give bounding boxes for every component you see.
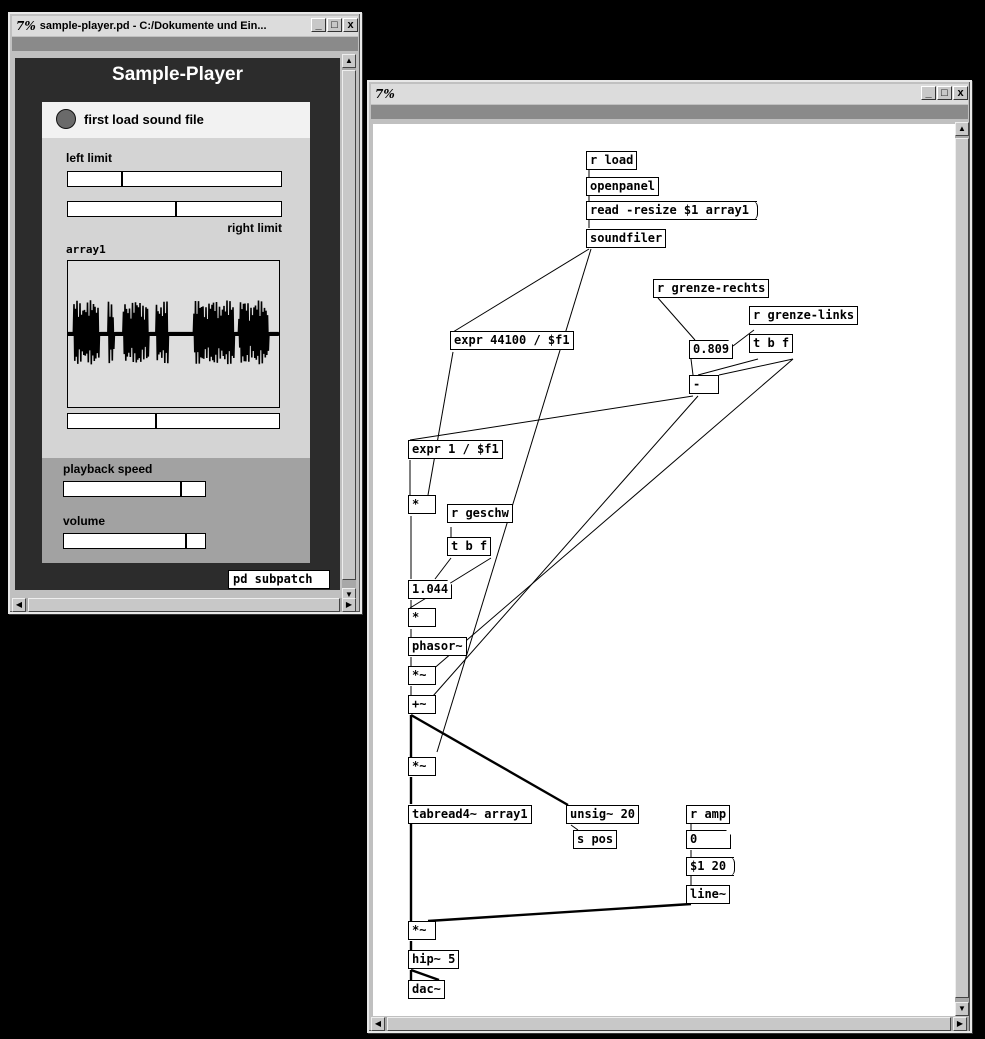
slider-knob[interactable] [154, 414, 157, 428]
multiply-signal-object-2[interactable]: *~ [408, 757, 436, 776]
close-button[interactable]: x [953, 86, 968, 100]
openpanel-object[interactable]: openpanel [586, 177, 660, 196]
scroll-right-icon[interactable]: ▶ [342, 598, 356, 612]
scroll-right-icon[interactable]: ▶ [953, 1017, 967, 1031]
phasor-object[interactable]: phasor~ [408, 637, 467, 656]
maximize-button[interactable]: □ [937, 86, 952, 100]
number-box-limit[interactable]: 0.809 [689, 340, 733, 359]
horizontal-scrollbar[interactable]: ◀ ▶ [12, 598, 356, 612]
hip-object[interactable]: hip~ 5 [408, 950, 460, 969]
title-bar[interactable]: 7% [371, 84, 968, 104]
scroll-thumb[interactable] [955, 138, 969, 998]
patch-canvas[interactable]: r load openpanel read -resize $1 array1 … [373, 124, 955, 1016]
expr-1-object[interactable]: expr 1 / $f1 [408, 440, 503, 459]
scroll-left-icon[interactable]: ◀ [12, 598, 26, 612]
vertical-scrollbar[interactable]: ▲ ▼ [342, 54, 356, 602]
horizontal-scrollbar[interactable]: ◀ ▶ [371, 1017, 969, 1031]
number-box-amp[interactable]: 0 [686, 830, 731, 849]
load-panel: first load sound file [42, 102, 310, 138]
scroll-up-icon[interactable]: ▲ [955, 122, 969, 136]
unsig-object[interactable]: unsig~ 20 [566, 805, 640, 824]
scroll-left-icon[interactable]: ◀ [371, 1017, 385, 1031]
read-message[interactable]: read -resize $1 array1 [586, 201, 758, 220]
close-button[interactable]: x [343, 18, 358, 32]
speed-volume-panel: playback speed volume [42, 458, 310, 563]
s-pos-object[interactable]: s pos [573, 830, 618, 849]
pd-app-icon: 7% [375, 87, 395, 101]
minus-object[interactable]: - [689, 375, 719, 394]
window-title: sample-player.pd - C:/Dokumente und Ein.… [39, 20, 267, 32]
menu-bar[interactable] [12, 37, 358, 51]
number-box-speed[interactable]: 1.044 [408, 580, 452, 599]
t-b-f-object-2[interactable]: t b f [447, 537, 492, 556]
ramp-message[interactable]: $1 20 [686, 857, 736, 876]
multiply-object-2[interactable]: * [408, 608, 436, 627]
slider-knob[interactable] [179, 482, 182, 496]
multiply-signal-object-1[interactable]: *~ [408, 666, 436, 685]
playback-speed-label: playback speed [63, 462, 153, 476]
tabread4-object[interactable]: tabread4~ array1 [408, 805, 532, 824]
limits-panel: left limit right limit array1 [42, 138, 310, 458]
slider-knob[interactable] [121, 172, 124, 186]
array-waveform-display[interactable] [67, 260, 280, 408]
scroll-thumb-horizontal[interactable] [387, 1017, 951, 1031]
soundfiler-object[interactable]: soundfiler [586, 229, 667, 248]
pd-subpatch-object[interactable]: pd subpatch [228, 570, 330, 589]
waveform-graphic [67, 300, 280, 365]
pd-app-icon: 7% [16, 19, 36, 33]
t-b-f-object-1[interactable]: t b f [749, 334, 794, 353]
r-grenze-rechts-object[interactable]: r grenze-rechts [653, 279, 770, 298]
left-limit-label: left limit [66, 151, 113, 165]
multiply-object-1[interactable]: * [408, 495, 436, 514]
array-name-label: array1 [66, 243, 106, 256]
load-bang-button[interactable] [56, 109, 76, 129]
sample-player-gui: Sample-Player first load sound file left… [15, 58, 340, 590]
multiply-signal-object-3[interactable]: *~ [408, 921, 436, 940]
dac-object[interactable]: dac~ [408, 980, 445, 999]
r-grenze-links-object[interactable]: r grenze-links [749, 306, 859, 325]
title-bar[interactable]: 7% sample-player.pd - C:/Dokumente und E… [12, 16, 358, 36]
load-label: first load sound file [84, 112, 204, 127]
right-limit-label: right limit [227, 221, 282, 235]
playback-speed-slider[interactable] [63, 481, 206, 497]
minimize-button[interactable]: _ [921, 86, 936, 100]
vertical-scrollbar[interactable]: ▲ ▼ [955, 122, 969, 1016]
gui-heading: Sample-Player [112, 64, 243, 85]
scroll-up-icon[interactable]: ▲ [342, 54, 356, 68]
line-signal-object[interactable]: line~ [686, 885, 731, 904]
scroll-thumb-horizontal[interactable] [28, 598, 340, 612]
slider-knob[interactable] [185, 534, 188, 548]
expr-44100-object[interactable]: expr 44100 / $f1 [450, 331, 574, 350]
maximize-button[interactable]: □ [327, 18, 342, 32]
patch-cords [409, 170, 794, 982]
volume-slider[interactable] [63, 533, 206, 549]
add-signal-object[interactable]: +~ [408, 695, 436, 714]
r-geschw-object[interactable]: r geschw [447, 504, 513, 523]
volume-label: volume [63, 514, 106, 528]
right-limit-slider[interactable] [67, 201, 282, 217]
scroll-down-icon[interactable]: ▼ [955, 1002, 969, 1016]
left-limit-slider[interactable] [67, 171, 282, 187]
r-amp-object[interactable]: r amp [686, 805, 731, 824]
r-load-object[interactable]: r load [586, 151, 638, 170]
minimize-button[interactable]: _ [311, 18, 326, 32]
scroll-thumb[interactable] [342, 70, 356, 580]
menu-bar[interactable] [371, 105, 968, 119]
slider-knob[interactable] [174, 202, 177, 216]
position-slider[interactable] [67, 413, 280, 429]
